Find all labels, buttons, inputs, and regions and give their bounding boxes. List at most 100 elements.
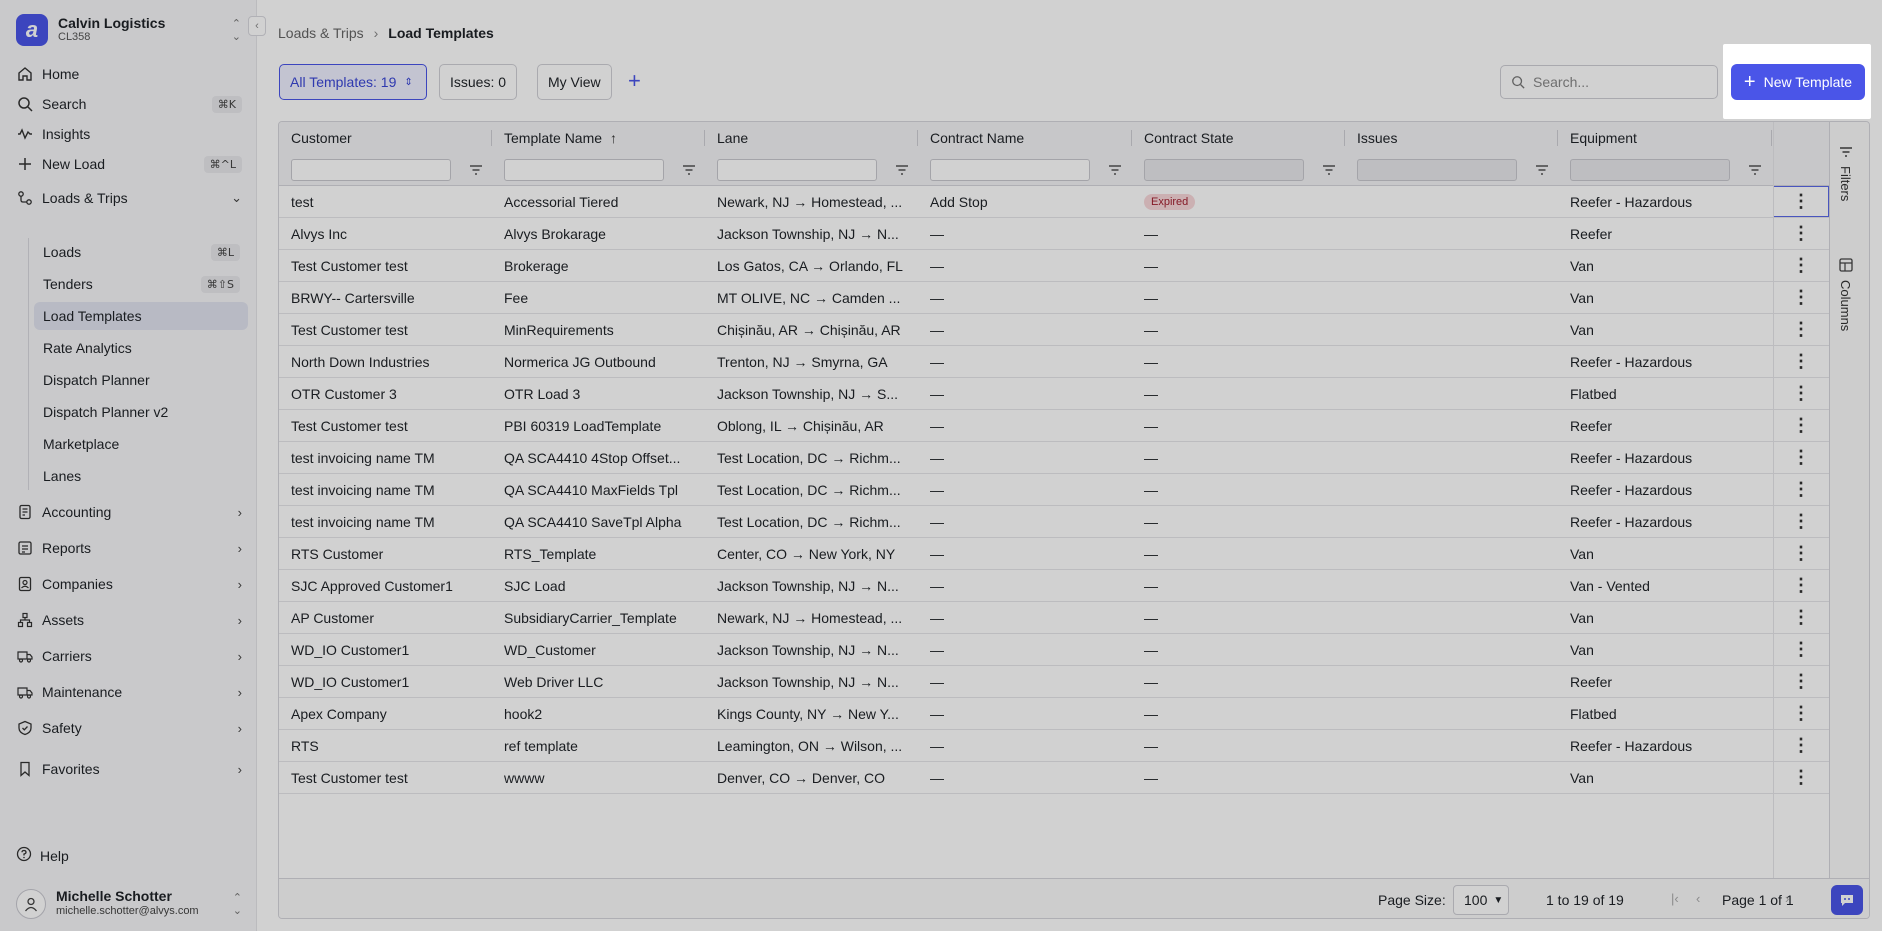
cell-text: WD_IO Customer1	[291, 641, 410, 658]
column-header-customer[interactable]: Customer	[279, 122, 492, 154]
sidebar-item-marketplace[interactable]: Marketplace	[34, 430, 248, 458]
nav-new-load[interactable]: New Load ⌘^L	[16, 149, 242, 179]
chat-assistant-button[interactable]	[1831, 885, 1863, 915]
table-row[interactable]: test Accessorial Tiered Newark, NJ → Homes…	[279, 186, 1829, 218]
sidebar-item-rate-analytics[interactable]: Rate Analytics	[34, 334, 248, 362]
column-header-contract-name[interactable]: Contract Name	[918, 122, 1132, 154]
user-menu[interactable]: Michelle Schotter michelle.schotter@alvy…	[16, 886, 242, 922]
sidebar-item-lanes[interactable]: Lanes	[34, 462, 248, 490]
table-row[interactable]: Test Customer test Brokerage Los Gatos, CA…	[279, 250, 1829, 282]
nav-companies[interactable]: Companies ›	[16, 569, 242, 599]
filter-icon[interactable]	[1535, 164, 1549, 176]
search-box[interactable]	[1500, 65, 1718, 99]
column-separator[interactable]	[1771, 130, 1772, 146]
table-row[interactable]: AP Customer SubsidiaryCarrier_Template New…	[279, 602, 1829, 634]
table-row[interactable]: BRWY-- Cartersville Fee MT OLIVE, NC → Cam…	[279, 282, 1829, 314]
breadcrumb-parent[interactable]: Loads & Trips	[278, 25, 364, 41]
filter-input-customer[interactable]	[291, 159, 451, 181]
cell-text: Jackson Township, NJ → N...	[717, 641, 899, 658]
nav-insights[interactable]: Insights	[16, 119, 242, 149]
cell-text: QA SCA4410 SaveTpl Alpha	[504, 513, 682, 530]
cell-text: SubsidiaryCarrier_Template	[504, 609, 677, 626]
cell-lane: Test Location, DC → Richm...	[705, 506, 918, 537]
new-template-button[interactable]: + New Template	[1731, 64, 1865, 100]
nav-search[interactable]: Search ⌘K	[16, 89, 242, 119]
filter-icon[interactable]	[1108, 164, 1122, 176]
bookmark-icon	[16, 760, 34, 778]
sidebar-item-load-templates[interactable]: Load Templates	[34, 302, 248, 330]
nav-accounting[interactable]: Accounting ›	[16, 497, 242, 527]
filter-icon[interactable]	[895, 164, 909, 176]
cell-contract-state: —	[1132, 314, 1345, 345]
column-header-contract-state[interactable]: Contract State	[1132, 122, 1345, 154]
previous-page-icon[interactable]: ‹	[1696, 891, 1700, 906]
column-header-lane[interactable]: Lane	[705, 122, 918, 154]
filter-input-contract-name[interactable]	[930, 159, 1090, 181]
org-switcher[interactable]: a Calvin Logistics CL358 ⌃ ⌄	[16, 14, 241, 46]
help-link[interactable]: Help	[16, 846, 69, 865]
cell-customer: BRWY-- Cartersville	[279, 282, 492, 313]
add-view-button[interactable]: +	[628, 70, 641, 92]
nav-maintenance[interactable]: Maintenance ›	[16, 677, 242, 707]
cell-issues	[1345, 634, 1558, 665]
cell-text: —	[930, 225, 944, 242]
filter-icon[interactable]	[1322, 164, 1336, 176]
filter-input-equipment[interactable]	[1570, 159, 1730, 181]
filter-input-issues[interactable]	[1357, 159, 1517, 181]
table-row[interactable]: OTR Customer 3 OTR Load 3 Jackson Township…	[279, 378, 1829, 410]
filter-icon[interactable]	[682, 164, 696, 176]
first-page-icon[interactable]: |‹	[1671, 891, 1679, 906]
filter-input-contract-state[interactable]	[1144, 159, 1304, 181]
page-size-select[interactable]: 100 ▼	[1453, 885, 1509, 915]
table-row[interactable]: WD_IO Customer1 Web Driver LLC Jackson Tow…	[279, 666, 1829, 698]
filter-icon[interactable]	[469, 164, 483, 176]
table-row[interactable]: Apex Company hook2 Kings County, NY → New …	[279, 698, 1829, 730]
nav-assets[interactable]: Assets ›	[16, 605, 242, 635]
table-row[interactable]: Test Customer test MinRequirements Chișină…	[279, 314, 1829, 346]
all-templates-view-button[interactable]: All Templates: 19 ⇕	[279, 64, 427, 100]
table-row[interactable]: RTS ref template Leamington, ON → Wilson, …	[279, 730, 1829, 762]
sidebar-item-dispatch-planner-v2[interactable]: Dispatch Planner v2	[34, 398, 248, 426]
cell-text: Test Customer test	[291, 417, 408, 434]
nav-favorites[interactable]: Favorites ›	[16, 754, 242, 784]
search-input[interactable]	[1533, 74, 1703, 90]
org-logo: a	[16, 14, 48, 46]
cell-customer: AP Customer	[279, 602, 492, 633]
next-page-icon[interactable]: ›	[1785, 891, 1789, 906]
column-header-template-name[interactable]: Template Name ↑	[492, 122, 705, 154]
sidebar-item-dispatch-planner[interactable]: Dispatch Planner	[34, 366, 248, 394]
cell-contract-state: —	[1132, 570, 1345, 601]
sidebar-item-label: Loads	[43, 244, 82, 260]
nav-safety[interactable]: Safety ›	[16, 713, 242, 743]
sidebar-item-label: Marketplace	[43, 436, 120, 452]
table-row[interactable]: Test Customer test PBI 60319 LoadTemplate…	[279, 410, 1829, 442]
nav-carriers[interactable]: Carriers ›	[16, 641, 242, 671]
table-row[interactable]: test invoicing name TM QA SCA4410 4Stop O…	[279, 442, 1829, 474]
filters-tab[interactable]: Filters	[1838, 146, 1853, 201]
table-row[interactable]: RTS Customer RTS_Template Center, CO → New…	[279, 538, 1829, 570]
column-header-issues[interactable]: Issues	[1345, 122, 1558, 154]
nav-accounting-label: Accounting	[42, 504, 112, 520]
sidebar-item-loads[interactable]: Loads ⌘L	[34, 238, 248, 266]
filter-input-template-name[interactable]	[504, 159, 664, 181]
filter-icon[interactable]	[1748, 164, 1762, 176]
cell-text: Van	[1570, 609, 1594, 626]
cell-text: test invoicing name TM	[291, 513, 435, 530]
columns-tab[interactable]: Columns	[1838, 258, 1853, 331]
collapse-sidebar-button[interactable]: ‹	[248, 16, 266, 36]
filter-input-lane[interactable]	[717, 159, 877, 181]
table-row[interactable]: Test Customer test wwww Denver, CO → Denve…	[279, 762, 1829, 794]
my-view-button[interactable]: My View	[537, 64, 612, 100]
table-row[interactable]: SJC Approved Customer1 SJC Load Jackson To…	[279, 570, 1829, 602]
column-header-equipment[interactable]: Equipment	[1558, 122, 1772, 154]
nav-home[interactable]: Home	[16, 59, 242, 89]
table-row[interactable]: WD_IO Customer1 WD_Customer Jackson Townsh…	[279, 634, 1829, 666]
issues-view-button[interactable]: Issues: 0	[439, 64, 518, 100]
table-row[interactable]: Alvys Inc Alvys Brokarage Jackson Township…	[279, 218, 1829, 250]
sidebar-item-tenders[interactable]: Tenders ⌘⇧S	[34, 270, 248, 298]
table-row[interactable]: test invoicing name TM QA SCA4410 SaveTpl…	[279, 506, 1829, 538]
table-row[interactable]: North Down Industries Normerica JG Outbou…	[279, 346, 1829, 378]
table-row[interactable]: test invoicing name TM QA SCA4410 MaxFiel…	[279, 474, 1829, 506]
nav-reports[interactable]: Reports ›	[16, 533, 242, 563]
nav-loads-trips[interactable]: Loads & Trips ⌄	[16, 183, 242, 213]
